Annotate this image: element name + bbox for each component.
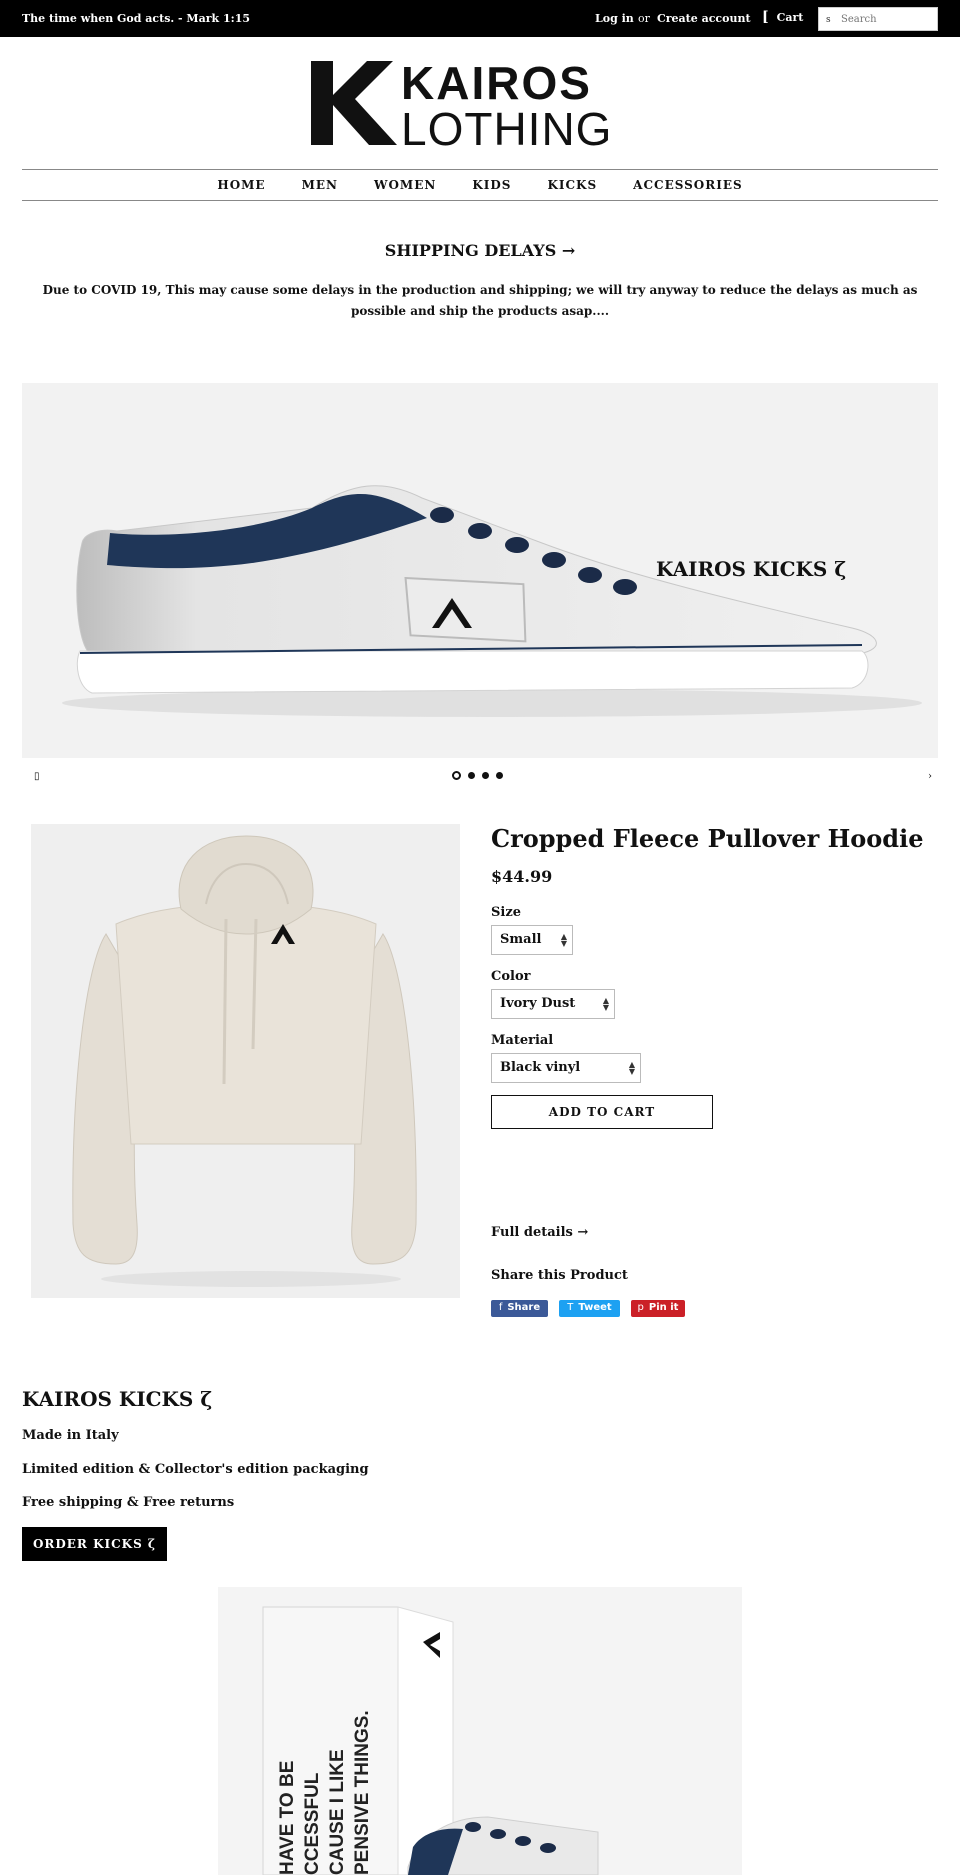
nav-item-accessories[interactable]: ACCESSORIES [633, 178, 742, 192]
product-image[interactable] [31, 824, 460, 1298]
login-link[interactable]: Log in [595, 12, 634, 25]
twitter-share-button[interactable]: T Tweet [559, 1300, 620, 1317]
search-icon[interactable]: s [826, 15, 831, 25]
box-text-4: PENSIVE THINGS. [352, 1710, 373, 1875]
hero-slideshow[interactable]: KAIROS KICKS ζ [22, 383, 938, 758]
color-label: Color [491, 969, 531, 984]
kicks-box-image: HAVE TO BE CCESSFUL CAUSE I LIKE PENSIVE… [218, 1587, 742, 1875]
size-label: Size [491, 905, 521, 920]
box-text-1: HAVE TO BE [277, 1761, 298, 1875]
size-select[interactable]: Small ▲ ▼ [491, 925, 573, 955]
nav-item-home[interactable]: HOME [217, 178, 265, 192]
nav-item-men[interactable]: MEN [302, 178, 338, 192]
color-select[interactable]: Ivory Dust ▲ ▼ [491, 989, 615, 1019]
kicks-title: KAIROS KICKS ζ [22, 1387, 213, 1411]
product-price: $44.99 [491, 867, 553, 886]
search-input[interactable] [841, 11, 935, 27]
slide-dot-2[interactable] [468, 772, 475, 779]
kairos-clothing-logo[interactable]: KAIROS LOTHING [305, 55, 655, 150]
slide-dots [452, 771, 503, 780]
size-value: Small [500, 932, 542, 947]
slide-next-icon[interactable]: › [928, 771, 932, 782]
select-arrows-icon: ▲ ▼ [628, 1059, 635, 1076]
nav-item-kids[interactable]: KIDS [472, 178, 511, 192]
hoodie-image [72, 835, 417, 1287]
material-label: Material [491, 1033, 554, 1048]
kicks-free-shipping: Free shipping & Free returns [22, 1495, 235, 1510]
box-text-3: CAUSE I LIKE [327, 1749, 348, 1875]
kicks-limited-edition: Limited edition & Collector's edition pa… [22, 1462, 369, 1477]
slide-prev-icon[interactable]: ▯ [34, 771, 40, 782]
share-title: Share this Product [491, 1268, 628, 1283]
slide-dot-1[interactable] [452, 771, 461, 780]
pinterest-icon: p [637, 1302, 644, 1313]
facebook-share-button[interactable]: f Share [491, 1300, 548, 1317]
pinterest-share-button[interactable]: p Pin it [631, 1300, 685, 1317]
twitter-share-label: Tweet [578, 1302, 612, 1313]
material-select[interactable]: Black vinyl ▲ ▼ [491, 1053, 641, 1083]
box-text-2: CCESSFUL [302, 1772, 323, 1875]
nav-item-kicks[interactable]: KICKS [547, 178, 597, 192]
select-arrows-icon: ▲ ▼ [560, 931, 567, 948]
logo-line2: LOTHING [401, 103, 612, 150]
add-to-cart-button[interactable]: ADD TO CART [491, 1095, 713, 1129]
announcement-bar: The time when God acts. - Mark 1:15 Log … [0, 0, 960, 37]
shipping-delays-text: Due to COVID 19, This may cause some del… [42, 283, 918, 318]
facebook-share-label: Share [507, 1302, 541, 1313]
material-value: Black vinyl [500, 1060, 581, 1075]
slide-dot-4[interactable] [496, 772, 503, 779]
create-account-link[interactable]: Create account [657, 12, 751, 25]
nav-item-women[interactable]: WOMEN [374, 178, 436, 192]
or-text: or [638, 12, 650, 25]
logo-line1: KAIROS [401, 57, 592, 109]
kicks-made-in-italy: Made in Italy [22, 1428, 119, 1443]
pinterest-share-label: Pin it [648, 1302, 679, 1313]
cart-icon: [ [762, 9, 769, 25]
cart-label: Cart [776, 10, 804, 24]
main-navigation: HOME MEN WOMEN KIDS KICKS ACCESSORIES [22, 169, 938, 201]
product-title: Cropped Fleece Pullover Hoodie [491, 824, 924, 853]
select-arrows-icon: ▲ ▼ [602, 995, 609, 1012]
slide-dot-3[interactable] [482, 772, 489, 779]
twitter-icon: T [567, 1302, 574, 1313]
hero-caption[interactable]: KAIROS KICKS ζ [656, 557, 846, 581]
shipping-delays-link[interactable]: SHIPPING DELAYS → [0, 241, 960, 260]
announcement-text: The time when God acts. - Mark 1:15 [22, 12, 251, 25]
facebook-icon: f [498, 1302, 503, 1313]
shoe-box-image: HAVE TO BE CCESSFUL CAUSE I LIKE PENSIVE… [262, 1606, 599, 1875]
order-kicks-button[interactable]: ORDER KICKS ζ [22, 1527, 167, 1561]
color-value: Ivory Dust [500, 996, 576, 1011]
search-box[interactable]: s [818, 7, 938, 31]
cart-link[interactable]: [ Cart [762, 10, 803, 24]
full-details-link[interactable]: Full details → [491, 1225, 588, 1240]
